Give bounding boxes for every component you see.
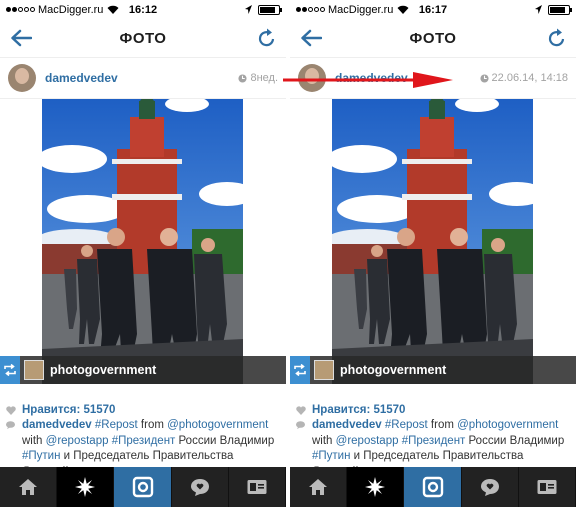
screen-before: MacDigger.ru 16:12 ФОТО damedvedev 8нед. — [0, 0, 286, 507]
tab-home[interactable] — [290, 467, 348, 507]
likes-row[interactable]: Нравится: 51570 — [0, 404, 286, 416]
clock-icon — [479, 73, 489, 83]
caption-mention[interactable]: @repostapp — [46, 435, 109, 447]
page-title: ФОТО — [119, 29, 167, 47]
tab-profile[interactable] — [229, 467, 286, 507]
tab-explore[interactable] — [347, 467, 405, 507]
caption-hashtag[interactable]: #Путин — [312, 450, 350, 462]
caption-hashtag[interactable]: #Путин — [22, 450, 60, 462]
caption-hashtag[interactable]: #Президент — [402, 435, 466, 447]
activity-bubble-icon — [480, 479, 499, 496]
tab-explore[interactable] — [57, 467, 115, 507]
caption-username[interactable]: damedvedev — [22, 419, 92, 431]
post-timestamp: 22.06.14, 14:18 — [479, 72, 568, 84]
tab-bar — [0, 467, 286, 507]
photo-area: photogovernment — [0, 99, 286, 401]
likes-count: Нравится: 51570 — [312, 404, 406, 416]
repost-bar[interactable]: photogovernment — [0, 356, 286, 384]
post-timestamp: 8нед. — [238, 72, 278, 84]
refresh-icon[interactable] — [258, 28, 276, 48]
caption-text: from — [427, 419, 458, 431]
profile-card-icon — [537, 480, 557, 494]
repost-bar[interactable]: photogovernment — [290, 356, 576, 384]
avatar[interactable] — [8, 64, 36, 92]
clock-icon — [238, 73, 248, 83]
repost-source-avatar — [24, 360, 44, 380]
activity-bubble-icon — [190, 479, 209, 496]
tab-activity[interactable] — [172, 467, 229, 507]
repost-icon — [290, 356, 310, 384]
caption-hashtag[interactable]: #Repost — [385, 419, 428, 431]
likes-count: Нравится: 51570 — [22, 404, 116, 416]
username-link[interactable]: damedvedev — [45, 71, 118, 85]
tab-camera[interactable] — [404, 467, 462, 507]
caption-text: России Владимир — [465, 434, 565, 447]
explore-star-icon — [365, 477, 386, 497]
home-icon — [19, 479, 38, 495]
home-icon — [309, 479, 328, 495]
nav-bar: ФОТО — [0, 19, 286, 57]
camera-icon — [422, 476, 443, 498]
timestamp-text: 22.06.14, 14:18 — [491, 72, 568, 84]
page-title: ФОТО — [409, 29, 457, 47]
caption-mention[interactable]: @photogovernment — [167, 419, 268, 431]
annotation-arrow-icon — [283, 72, 453, 88]
explore-star-icon — [75, 477, 96, 497]
caption-text: with — [312, 434, 336, 447]
status-bar: MacDigger.ru 16:12 — [0, 0, 286, 19]
status-bar: MacDigger.ru 16:17 — [290, 0, 576, 19]
likes-row[interactable]: Нравится: 51570 — [290, 404, 576, 416]
timestamp-text: 8нед. — [250, 72, 278, 84]
tab-home[interactable] — [0, 467, 58, 507]
tab-bar — [290, 467, 576, 507]
caption-text: России Владимир — [175, 434, 275, 447]
post-photo[interactable] — [42, 99, 243, 384]
repost-source-avatar — [314, 360, 334, 380]
tab-profile[interactable] — [519, 467, 576, 507]
status-time: 16:12 — [128, 3, 158, 16]
caption-username[interactable]: damedvedev — [312, 419, 382, 431]
repost-source-name[interactable]: photogovernment — [340, 363, 446, 377]
photo-area: photogovernment — [290, 99, 576, 401]
caption-text: with — [22, 434, 46, 447]
refresh-icon[interactable] — [548, 28, 566, 48]
status-time: 16:17 — [418, 3, 448, 16]
tab-activity[interactable] — [462, 467, 519, 507]
comment-bubble-icon — [6, 421, 15, 429]
comment-bubble-icon — [296, 421, 305, 429]
profile-card-icon — [247, 480, 267, 494]
battery-icon — [548, 4, 572, 15]
heart-icon — [296, 405, 306, 415]
post-photo[interactable] — [332, 99, 533, 384]
nav-bar: ФОТО — [290, 19, 576, 57]
back-arrow-icon[interactable] — [10, 29, 32, 47]
post-header: damedvedev 8нед. — [0, 57, 286, 99]
repost-source-name[interactable]: photogovernment — [50, 363, 156, 377]
battery-icon — [258, 4, 282, 15]
caption-hashtag[interactable]: #Президент — [112, 435, 176, 447]
back-arrow-icon[interactable] — [300, 29, 322, 47]
caption-text: from — [137, 419, 168, 431]
caption-hashtag[interactable]: #Repost — [95, 419, 138, 431]
repost-icon — [0, 356, 20, 384]
caption-mention[interactable]: @repostapp — [336, 435, 399, 447]
heart-icon — [6, 405, 16, 415]
tab-camera[interactable] — [114, 467, 172, 507]
camera-icon — [132, 476, 153, 498]
caption-mention[interactable]: @photogovernment — [457, 419, 558, 431]
